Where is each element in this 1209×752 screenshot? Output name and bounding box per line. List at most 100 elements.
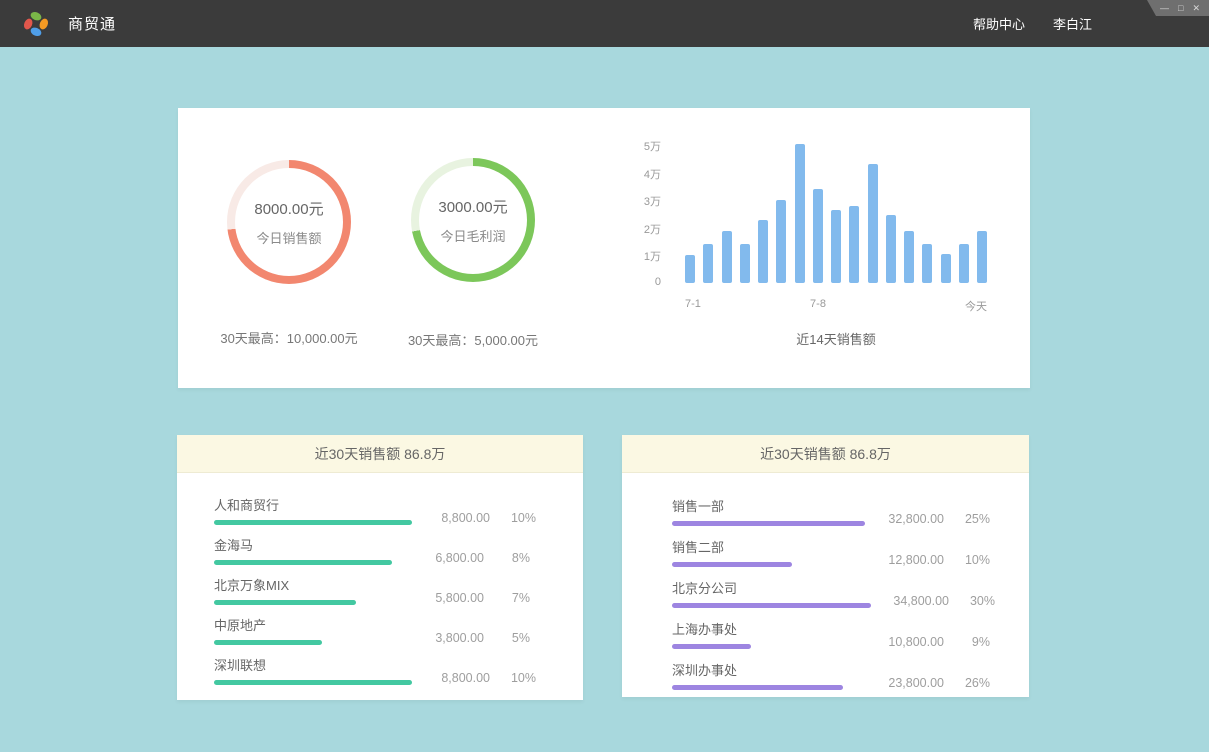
list-item: 人和商贸行8,800.0010%	[214, 486, 530, 525]
list-item-bar	[214, 520, 412, 525]
list-item-label: 金海马	[214, 535, 406, 554]
daily-sales-bar	[703, 244, 713, 283]
list-item-left: 金海马	[214, 526, 406, 565]
y-axis-tick: 5万	[611, 138, 661, 154]
overview-card: 8000.00元 今日销售额 30天最高：10,000.00元 3000.00元…	[178, 108, 1030, 388]
list-item-percent: 7%	[496, 591, 530, 605]
list-item-value: 6,800.00	[418, 551, 484, 565]
maximize-icon[interactable]: □	[1178, 0, 1183, 16]
y-axis-tick: 2万	[611, 221, 661, 237]
topbar-right: 帮助中心 李白江	[973, 14, 1209, 33]
today-profit-donut: 3000.00元 今日毛利润	[411, 158, 535, 282]
list-item-left: 北京万象MIX	[214, 566, 406, 605]
x-tick-mid: 7-8	[810, 298, 826, 310]
daily-sales-bar	[959, 244, 969, 283]
list-item-percent: 5%	[496, 631, 530, 645]
window-controls: — □ ✕	[1147, 0, 1209, 16]
list-item-value: 3,800.00	[418, 631, 484, 645]
app-title: 商贸通	[68, 13, 116, 34]
customer-list: 人和商贸行8,800.0010%金海马6,800.008%北京万象MIX5,80…	[177, 473, 583, 685]
today-sales-value: 8000.00元	[254, 198, 323, 219]
list-item-percent: 10%	[956, 553, 990, 567]
today-profit-label: 今日毛利润	[440, 226, 505, 245]
list-item-bar	[214, 680, 412, 685]
list-item-label: 中原地产	[214, 615, 406, 634]
list-item-value: 10,800.00	[878, 635, 944, 649]
customer-sales-card: 近30天销售额 86.8万 人和商贸行 8,800.00 10% 金海马 6,800.0…	[177, 435, 583, 700]
list-item-value: 8,800.00	[424, 671, 490, 685]
list-item-left: 北京分公司	[672, 568, 871, 608]
list-item-value: 34,800.00	[883, 594, 949, 608]
close-icon[interactable]: ✕	[1192, 0, 1200, 16]
list-item-left: 上海办事处	[672, 609, 866, 649]
today-sales-label: 今日销售额	[256, 228, 321, 247]
daily-sales-bar	[776, 200, 786, 283]
list-item-value: 12,800.00	[878, 553, 944, 567]
list-item-left: 销售二部	[672, 527, 866, 567]
daily-sales-bar	[922, 244, 932, 283]
list-item-left: 深圳办事处	[672, 650, 866, 690]
daily-sales-bar	[886, 215, 896, 283]
daily-sales-bar	[722, 231, 732, 283]
pinwheel-logo-icon	[22, 10, 50, 38]
minimize-icon[interactable]: —	[1160, 0, 1169, 16]
daily-sales-bar	[740, 244, 750, 283]
list-item-bar	[672, 603, 871, 608]
y-axis-labels: 5万4万3万2万1万0	[611, 138, 661, 298]
list-item-percent: 26%	[956, 676, 990, 690]
list-item-bar	[214, 600, 356, 605]
list-item-left: 深圳联想	[214, 646, 412, 685]
list-item-label: 北京分公司	[672, 578, 871, 597]
today-sales-donut: 8000.00元 今日销售额	[227, 160, 351, 284]
today-sales-donut-center: 8000.00元 今日销售额	[235, 168, 343, 276]
list-item: 金海马6,800.008%	[214, 526, 530, 565]
list-item: 上海办事处 10,800.00 9%	[672, 609, 990, 649]
list-item: 北京万象MIX 5,800.00 7%	[214, 566, 530, 605]
list-item-percent: 10%	[502, 511, 536, 525]
list-item: 销售二部 12,800.00 10%	[672, 527, 990, 567]
department-sales-card: 近30天销售额 86.8万 销售一部32,800.0025%销售二部12,800…	[622, 435, 1029, 697]
today-profit-value: 3000.00元	[438, 196, 507, 217]
list-item-bar	[672, 644, 751, 649]
list-item: 深圳办事处 23,800.00 26%	[672, 650, 990, 690]
list-item-left: 人和商贸行	[214, 486, 412, 525]
list-item: 深圳联想8,800.0010%	[214, 646, 530, 685]
list-item: 北京分公司34,800.0030%	[672, 568, 990, 608]
list-item-left: 销售一部	[672, 486, 866, 526]
app-window: 商贸通 帮助中心 李白江 — □ ✕ 8000.00元 今日销售额 30天最高：…	[0, 0, 1209, 752]
x-tick-last: 今天	[965, 298, 987, 314]
daily-sales-bar	[813, 189, 823, 283]
y-axis-tick: 3万	[611, 193, 661, 209]
daily-sales-bar	[758, 220, 768, 284]
profit-30day-max-caption: 30天最高：5,000.00元	[378, 330, 568, 349]
daily-sales-bar	[977, 231, 987, 283]
list-item-label: 销售二部	[672, 537, 866, 556]
username-menu[interactable]: 李白江	[1053, 14, 1092, 33]
daily-chart-title: 近14天销售额	[685, 329, 987, 348]
list-item-left: 中原地产	[214, 606, 406, 645]
list-item-bar	[672, 685, 843, 690]
sales-30day-max-caption: 30天最高：10,000.00元	[194, 328, 384, 347]
daily-sales-bar	[849, 206, 859, 283]
daily-sales-bar	[868, 164, 878, 283]
list-item-bar	[214, 560, 392, 565]
help-center-link[interactable]: 帮助中心	[973, 14, 1025, 33]
topbar: 商贸通 帮助中心 李白江	[0, 0, 1209, 47]
list-item-bar	[672, 562, 792, 567]
list-item-percent: 9%	[956, 635, 990, 649]
list-item-percent: 10%	[502, 671, 536, 685]
list-item-percent: 25%	[956, 512, 990, 526]
list-item: 销售一部32,800.0025%	[672, 486, 990, 526]
list-item-bar	[672, 521, 865, 526]
list-item-value: 8,800.00	[424, 511, 490, 525]
daily-sales-bar	[685, 255, 695, 283]
y-axis-tick: 4万	[611, 166, 661, 182]
list-item-value: 5,800.00	[418, 591, 484, 605]
x-tick-first: 7-1	[685, 298, 701, 310]
list-item-label: 深圳联想	[214, 655, 412, 674]
customer-card-header: 近30天销售额 86.8万	[177, 435, 583, 473]
list-item-label: 上海办事处	[672, 619, 866, 638]
list-item-value: 23,800.00	[878, 676, 944, 690]
x-axis-labels: 7-1 7-8 今天	[685, 298, 987, 312]
department-list: 销售一部32,800.0025% 销售二部 12,800.00 10% 北京分公司 34,…	[622, 473, 1029, 690]
